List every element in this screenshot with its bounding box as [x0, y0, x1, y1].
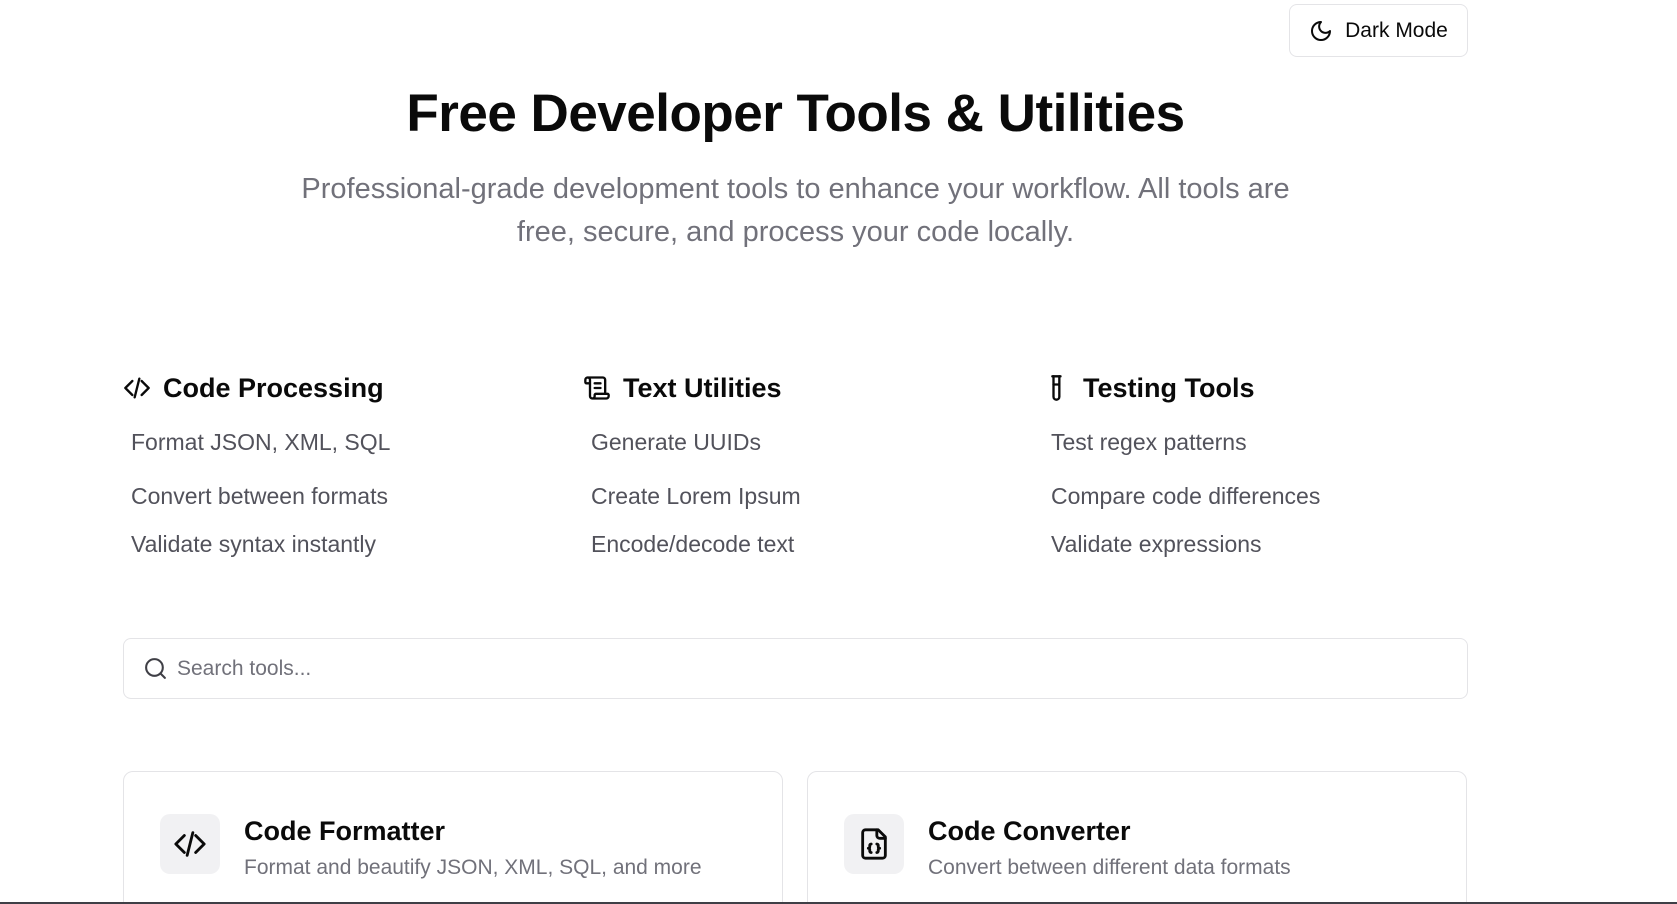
scroll-icon: [584, 376, 610, 400]
card-description: Convert between different data formats: [928, 856, 1291, 879]
file-json-icon: [861, 828, 887, 860]
card-title: Code Formatter: [244, 816, 446, 846]
list-item: Generate UUIDs: [591, 429, 762, 455]
feature-title: Code Processing: [163, 372, 384, 403]
test-tube-icon: [1051, 375, 1062, 401]
feature-text-utilities: Text Utilities Generate UUIDs Create Lor…: [583, 370, 1023, 557]
page: Dark Mode Free Developer Tools & Utiliti…: [0, 0, 1677, 904]
search-input[interactable]: [177, 639, 1447, 698]
card-icon-box: [160, 814, 220, 874]
feature-header: Testing Tools: [1043, 370, 1483, 406]
list-item: Test regex patterns: [1051, 429, 1247, 455]
feature-testing-tools: Testing Tools Test regex patterns Compar…: [1043, 370, 1483, 558]
dark-mode-label: Dark Mode: [1345, 18, 1448, 42]
card-description: Format and beautify JSON, XML, SQL, and …: [244, 856, 702, 879]
feature-title: Text Utilities: [623, 372, 782, 403]
page-title: Free Developer Tools & Utilities: [406, 84, 1185, 143]
feature-title: Testing Tools: [1083, 372, 1255, 403]
list-item: Validate syntax instantly: [131, 531, 377, 557]
list-item: Encode/decode text: [591, 531, 795, 557]
list-item: Create Lorem Ipsum: [591, 483, 801, 509]
list-item: Format JSON, XML, SQL: [131, 429, 391, 455]
features-section: Code Processing Format JSON, XML, SQL Co…: [123, 370, 1468, 570]
code-icon: [124, 377, 150, 399]
page-subtitle: Professional-grade development tools to …: [301, 173, 1290, 248]
search-bar: [123, 638, 1468, 699]
feature-list: Generate UUIDs Create Lorem Ipsum Encode…: [591, 428, 801, 558]
tool-card-code-formatter[interactable]: Code Formatter Format and beautify JSON,…: [123, 771, 783, 904]
feature-list: Format JSON, XML, SQL Convert between fo…: [131, 428, 390, 558]
feature-code-processing: Code Processing Format JSON, XML, SQL Co…: [123, 370, 563, 557]
feature-header: Text Utilities: [583, 370, 1023, 406]
moon-icon: [1311, 20, 1332, 41]
feature-list: Test regex patterns Compare code differe…: [1051, 428, 1320, 558]
feature-header: Code Processing: [123, 370, 563, 406]
code-icon: [174, 831, 206, 857]
list-item: Convert between formats: [131, 483, 388, 509]
card-title: Code Converter: [928, 816, 1131, 846]
search-icon: [145, 658, 166, 679]
tool-card-code-converter[interactable]: Code Converter Convert between different…: [807, 771, 1467, 904]
main-container: Dark Mode Free Developer Tools & Utiliti…: [123, 0, 1468, 904]
card-icon-box: [844, 814, 904, 874]
dark-mode-button[interactable]: Dark Mode: [1289, 4, 1468, 57]
list-item: Validate expressions: [1051, 531, 1262, 557]
list-item: Compare code differences: [1051, 483, 1321, 509]
